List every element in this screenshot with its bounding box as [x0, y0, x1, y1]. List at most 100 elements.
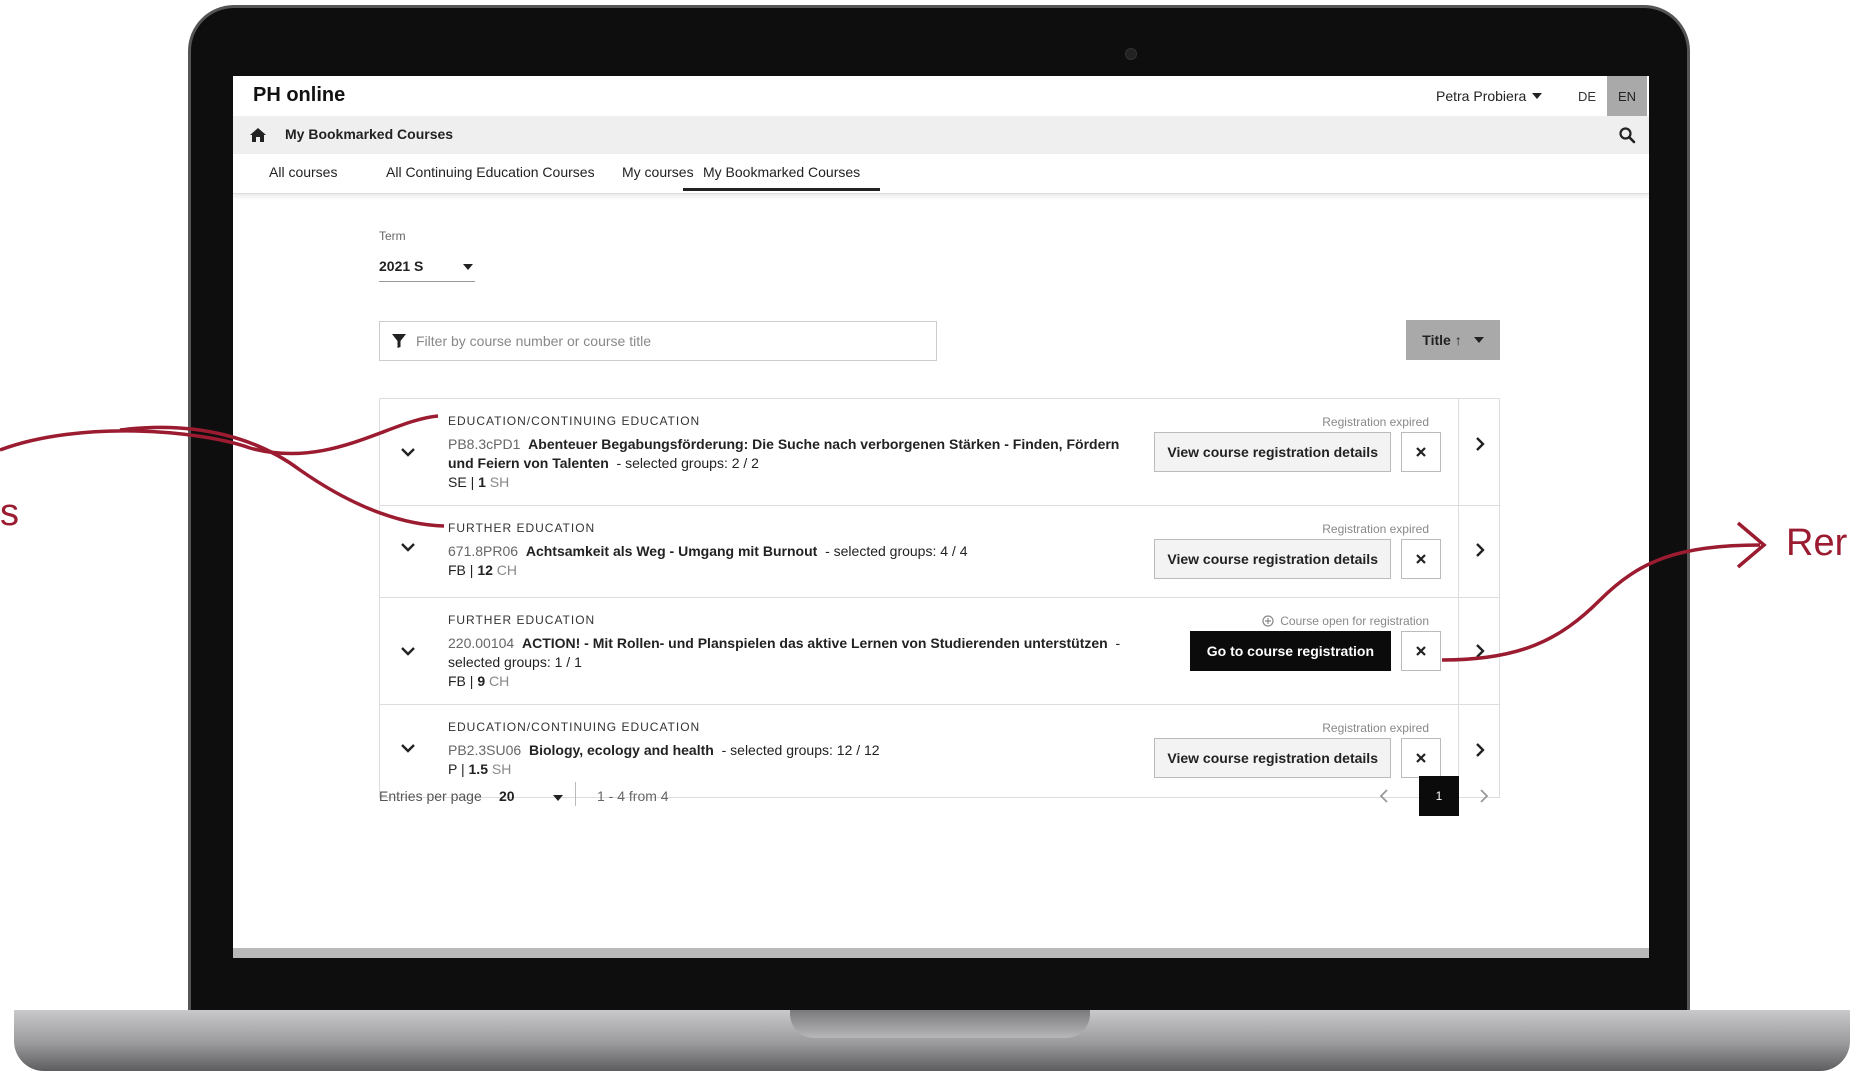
chevron-down-icon[interactable]	[400, 646, 416, 656]
entries-per-page-value: 20	[499, 788, 515, 804]
course-groups: - selected groups: 2 / 2	[616, 455, 759, 471]
result-range: 1 - 4 from 4	[597, 788, 669, 804]
chevron-right-icon[interactable]	[1479, 788, 1489, 804]
status-text: Course open for registration	[1280, 614, 1429, 628]
remove-bookmark-button[interactable]	[1401, 432, 1441, 472]
remove-bookmark-button[interactable]	[1401, 738, 1441, 778]
home-icon[interactable]	[249, 126, 267, 144]
entries-per-page-label: Entries per page	[379, 788, 482, 804]
list-item: FURTHER EDUCATION 220.00104 ACTION! - Mi…	[380, 598, 1499, 705]
caret-down-icon	[1532, 93, 1543, 99]
app-brand[interactable]: PH online	[253, 84, 345, 107]
status-text: Registration expired	[1322, 721, 1429, 735]
caret-down-icon	[463, 264, 473, 270]
chevron-right-icon[interactable]	[1475, 542, 1485, 558]
chevron-down-icon[interactable]	[400, 447, 416, 457]
status-badge: Registration expired	[1322, 522, 1429, 536]
course-category: EDUCATION/CONTINUING EDUCATION	[448, 414, 701, 428]
course-groups: - selected groups: 4 / 4	[825, 543, 968, 559]
course-meta: SE | 1 SH	[448, 474, 510, 490]
course-title[interactable]: Biology, ecology and health	[529, 742, 714, 758]
course-category: FURTHER EDUCATION	[448, 613, 596, 627]
divider	[1458, 598, 1459, 704]
course-info: PB8.3cPD1 Abenteuer Begabungsförderung: …	[448, 435, 1128, 492]
top-bar: PH online Petra Probiera DE EN	[233, 76, 1649, 116]
course-credits: 12	[477, 562, 493, 578]
filter-input[interactable]	[416, 333, 916, 349]
annotation-right-label: Rer	[1786, 522, 1848, 564]
course-title[interactable]: Achtsamkeit als Weg - Umgang mit Burnout	[526, 543, 817, 559]
course-type: P	[448, 761, 458, 777]
user-menu[interactable]: Petra Probiera	[1436, 88, 1543, 104]
course-unit: CH	[496, 562, 518, 578]
divider	[1458, 506, 1459, 597]
annotation-left-label: s	[0, 492, 19, 534]
course-info: 671.8PR06 Achtsamkeit als Weg - Umgang m…	[448, 542, 1128, 580]
chevron-down-icon[interactable]	[400, 542, 416, 552]
user-name: Petra Probiera	[1436, 88, 1527, 104]
course-unit: SH	[489, 474, 510, 490]
page-number-current[interactable]: 1	[1419, 776, 1459, 816]
list-item: EDUCATION/CONTINUING EDUCATION PB8.3cPD1…	[380, 399, 1499, 506]
divider	[575, 782, 576, 806]
course-credits: 1	[478, 474, 486, 490]
course-title[interactable]: ACTION! - Mit Rollen- und Planspielen da…	[522, 635, 1108, 651]
chevron-down-icon[interactable]	[400, 743, 416, 753]
course-type: FB	[448, 673, 466, 689]
filter-icon	[392, 334, 406, 348]
course-number: PB2.3SU06	[448, 742, 522, 758]
course-number: 220.00104	[448, 635, 515, 651]
course-meta: FB | 12 CH	[448, 562, 518, 578]
status-text: Registration expired	[1322, 522, 1429, 536]
breadcrumb: My Bookmarked Courses	[233, 116, 1649, 154]
language-en-button[interactable]: EN	[1607, 76, 1647, 116]
close-icon	[1416, 753, 1426, 763]
close-icon	[1416, 554, 1426, 564]
status-badge: Registration expired	[1322, 415, 1429, 429]
arrow-right-icon	[1736, 521, 1767, 569]
search-icon[interactable]	[1618, 126, 1636, 144]
chevron-right-icon[interactable]	[1475, 742, 1485, 758]
tab-all-continuing-education[interactable]: All Continuing Education Courses	[386, 164, 595, 180]
language-de-button[interactable]: DE	[1567, 76, 1607, 116]
remove-bookmark-button[interactable]	[1401, 539, 1441, 579]
course-category: EDUCATION/CONTINUING EDUCATION	[448, 720, 701, 734]
caret-down-icon	[1473, 337, 1484, 343]
term-value: 2021 S	[379, 258, 424, 274]
course-credits: 1.5	[468, 761, 488, 777]
course-type: SE	[448, 474, 467, 490]
chevron-right-icon[interactable]	[1475, 436, 1485, 452]
term-select[interactable]: 2021 S	[379, 252, 475, 282]
term-label: Term	[379, 229, 406, 243]
view-registration-details-button[interactable]: View course registration details	[1154, 432, 1391, 472]
page-title: My Bookmarked Courses	[285, 126, 454, 142]
tab-my-bookmarked-courses[interactable]: My Bookmarked Courses	[683, 164, 881, 191]
course-title[interactable]: Abenteuer Begabungsförderung: Die Suche …	[448, 436, 1119, 471]
close-icon	[1416, 646, 1426, 656]
status-badge: Registration expired	[1322, 721, 1429, 735]
course-list: EDUCATION/CONTINUING EDUCATION PB8.3cPD1…	[379, 398, 1500, 798]
remove-bookmark-button[interactable]	[1401, 631, 1441, 671]
status-text: Registration expired	[1322, 415, 1429, 429]
close-icon	[1416, 447, 1426, 457]
divider	[1458, 399, 1459, 505]
course-type: FB	[448, 562, 466, 578]
chevron-left-icon[interactable]	[1379, 788, 1389, 804]
filter-box	[379, 321, 937, 361]
list-item: FURTHER EDUCATION 671.8PR06 Achtsamkeit …	[380, 506, 1499, 598]
course-category: FURTHER EDUCATION	[448, 521, 596, 535]
laptop-notch	[790, 1010, 1090, 1038]
chevron-right-icon[interactable]	[1475, 643, 1485, 659]
view-registration-details-button[interactable]: View course registration details	[1154, 539, 1391, 579]
course-info: 220.00104 ACTION! - Mit Rollen- und Plan…	[448, 634, 1128, 691]
entries-per-page-select[interactable]: 20	[499, 782, 569, 810]
go-to-registration-button[interactable]: Go to course registration	[1189, 631, 1391, 671]
course-info: PB2.3SU06 Biology, ecology and health - …	[448, 741, 1128, 779]
caret-down-icon	[553, 795, 563, 801]
tab-all-courses[interactable]: All courses	[269, 164, 337, 180]
sort-button[interactable]: Title ↑	[1406, 320, 1500, 360]
course-credits: 9	[477, 673, 486, 689]
view-registration-details-button[interactable]: View course registration details	[1154, 738, 1391, 778]
plus-circle-icon	[1262, 615, 1274, 627]
status-badge: Course open for registration	[1262, 614, 1429, 628]
